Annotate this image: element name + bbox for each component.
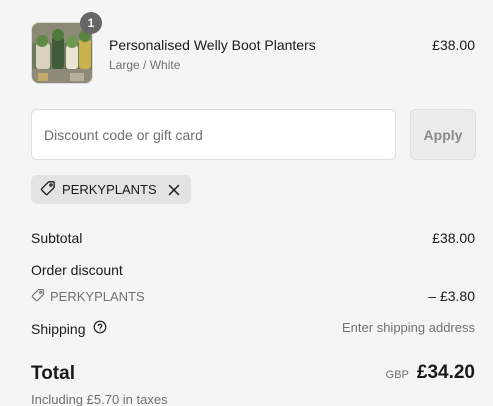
currency-code: GBP <box>385 369 409 381</box>
order-summary: 1 Personalised Welly Boot Planters Large… <box>0 0 493 406</box>
apply-discount-button[interactable]: Apply <box>410 109 476 160</box>
subtotal-label: Subtotal <box>31 230 83 246</box>
help-circle-icon[interactable] <box>93 320 107 337</box>
shipping-value: Enter shipping address <box>342 320 475 335</box>
order-discount-code-row: PERKYPLANTS <box>31 288 145 305</box>
discount-code-input[interactable] <box>31 109 396 160</box>
product-variant: Large / White <box>109 58 181 72</box>
taxes-note: Including £5.70 in taxes <box>31 392 168 406</box>
tag-icon <box>40 180 56 199</box>
shipping-row: Shipping <box>31 320 107 337</box>
shipping-label: Shipping <box>31 320 86 337</box>
subtotal-value: £38.00 <box>432 230 475 246</box>
quantity-badge: 1 <box>80 12 102 34</box>
order-discount-code: PERKYPLANTS <box>50 289 145 304</box>
applied-discount-tag: PERKYPLANTS <box>31 175 191 204</box>
total-label: Total <box>31 363 75 384</box>
close-icon[interactable] <box>167 183 181 197</box>
applied-discount-code: PERKYPLANTS <box>62 182 157 197</box>
total-value: £34.20 <box>416 362 475 383</box>
order-discount-value: – £3.80 <box>428 288 475 304</box>
order-discount-label: Order discount <box>31 262 123 278</box>
total-amount: GBP £34.20 <box>386 362 475 384</box>
product-title: Personalised Welly Boot Planters <box>109 37 316 53</box>
tag-icon <box>31 288 45 305</box>
product-price: £38.00 <box>432 37 475 53</box>
